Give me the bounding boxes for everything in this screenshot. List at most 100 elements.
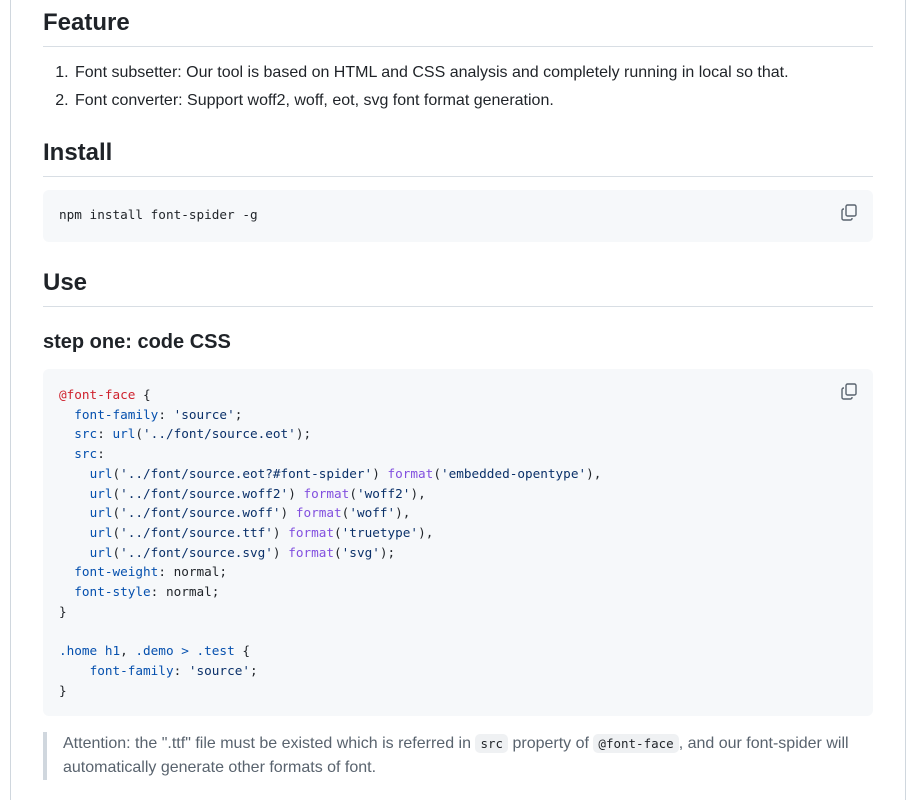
heading-step-one: step one: code CSS bbox=[43, 331, 231, 353]
code-token-selector: .demo bbox=[135, 643, 174, 659]
code-token-function: url bbox=[89, 505, 113, 521]
code-token-property: font-style bbox=[74, 584, 151, 600]
code-token-property: font-family bbox=[89, 662, 174, 678]
code-token: ( bbox=[112, 485, 121, 501]
code-token: ( bbox=[334, 544, 342, 560]
copy-icon[interactable] bbox=[841, 204, 857, 221]
code-token: ) bbox=[280, 505, 296, 521]
copy-icon[interactable] bbox=[841, 383, 857, 400]
code-token-function: url bbox=[89, 544, 113, 560]
code-line: } bbox=[59, 683, 67, 698]
code-token: { bbox=[135, 387, 151, 402]
feature-item-converter: Font converter: Support woff2, woff, eot… bbox=[73, 89, 903, 113]
code-token: : bbox=[97, 426, 113, 442]
copy-icon-svg bbox=[841, 204, 857, 221]
code-token: { bbox=[234, 643, 250, 659]
code-token-selector: > bbox=[181, 643, 189, 659]
code-token: ) bbox=[288, 485, 304, 501]
code-token-at-rule: @font-face bbox=[59, 387, 136, 402]
code-token-function: format bbox=[303, 485, 350, 501]
code-line: .home h1, .demo > .test { bbox=[59, 643, 250, 658]
code-token-string: '../font/source.ttf' bbox=[120, 524, 273, 540]
code-token: ), bbox=[410, 485, 426, 501]
code-token: : bbox=[173, 662, 189, 678]
heading-install: Install bbox=[43, 138, 873, 177]
code-line: url('../font/source.svg') format('svg'); bbox=[59, 544, 396, 560]
code-token-string: '../font/source.svg' bbox=[120, 544, 273, 560]
code-token: ), bbox=[418, 524, 434, 540]
code-token-function: url bbox=[89, 524, 113, 540]
code-token: ( bbox=[112, 524, 121, 540]
code-token-property: font-family bbox=[74, 406, 159, 422]
code-token: ( bbox=[349, 485, 357, 501]
code-token-string: 'embedded-opentype' bbox=[440, 465, 587, 481]
code-token-function: format bbox=[295, 505, 342, 521]
code-token-selector: .test bbox=[196, 643, 235, 659]
code-line: font-family: 'source'; bbox=[59, 663, 258, 678]
code-token: ), bbox=[395, 505, 411, 521]
code-line: font-family: 'source'; bbox=[59, 407, 242, 422]
code-line: font-style: normal; bbox=[59, 584, 219, 599]
code-token: ); bbox=[379, 544, 396, 560]
code-token-function: url bbox=[112, 426, 136, 442]
code-token: ( bbox=[112, 505, 121, 521]
attention-text-before: Attention: the ".ttf" file must be exist… bbox=[63, 735, 471, 752]
code-token: : normal; bbox=[158, 564, 228, 580]
code-token-string: '../font/source.eot' bbox=[143, 426, 296, 442]
code-token: ; bbox=[234, 406, 243, 422]
code-line: } bbox=[59, 604, 67, 619]
install-code-block: npm install font-spider -g bbox=[43, 190, 873, 242]
css-code-block: @font-face { font-family: 'source'; src:… bbox=[43, 369, 873, 716]
code-token: : bbox=[97, 446, 105, 462]
code-line: url('../font/source.ttf') format('truety… bbox=[59, 524, 434, 540]
code-token: ( bbox=[112, 465, 121, 481]
code-token-property: src bbox=[74, 426, 98, 442]
copy-icon-svg bbox=[841, 383, 857, 400]
css-code: @font-face { font-family: 'source'; src:… bbox=[59, 385, 601, 700]
code-token-selector: .home h1 bbox=[59, 643, 121, 659]
code-token-function: format bbox=[288, 544, 335, 560]
code-token: ( bbox=[334, 524, 342, 540]
code-token: ; bbox=[249, 662, 258, 678]
code-token-function: url bbox=[89, 485, 113, 501]
code-line: url('../font/source.eot?#font-spider') f… bbox=[59, 465, 602, 481]
code-token-string: 'truetype' bbox=[341, 524, 419, 540]
code-token: ( bbox=[112, 544, 121, 560]
code-line: url('../font/source.woff') format('woff'… bbox=[59, 505, 411, 521]
code-token-string: '../font/source.woff' bbox=[120, 505, 281, 521]
code-token-function: format bbox=[288, 524, 335, 540]
code-line: url('../font/source.woff2') format('woff… bbox=[59, 486, 426, 501]
install-command: npm install font-spider -g bbox=[59, 207, 258, 222]
feature-list: Font subsetter: Our tool is based on HTM… bbox=[43, 61, 903, 117]
code-line: src: url('../font/source.eot'); bbox=[59, 426, 311, 441]
code-line: @font-face { bbox=[59, 387, 151, 402]
code-token: ( bbox=[433, 465, 441, 481]
attention-text-mid: property of bbox=[512, 735, 589, 752]
heading-feature: Feature bbox=[43, 8, 873, 47]
heading-use: Use bbox=[43, 268, 873, 307]
code-token: ) bbox=[372, 465, 388, 481]
code-token-string: '../font/source.eot?#font-spider' bbox=[120, 465, 373, 481]
inline-code-font-face: @font-face bbox=[593, 734, 679, 753]
code-token-string: 'svg' bbox=[341, 544, 380, 560]
code-token: ); bbox=[295, 426, 312, 442]
feature-item-subsetter: Font subsetter: Our tool is based on HTM… bbox=[73, 61, 903, 85]
code-token-property: font-weight bbox=[74, 564, 159, 580]
code-token-property: src bbox=[74, 446, 98, 462]
code-line: src: bbox=[59, 446, 105, 461]
code-token-function: format bbox=[387, 465, 434, 481]
code-token: ) bbox=[272, 544, 289, 560]
inline-code-src: src bbox=[475, 734, 509, 753]
code-token: } bbox=[59, 603, 67, 619]
